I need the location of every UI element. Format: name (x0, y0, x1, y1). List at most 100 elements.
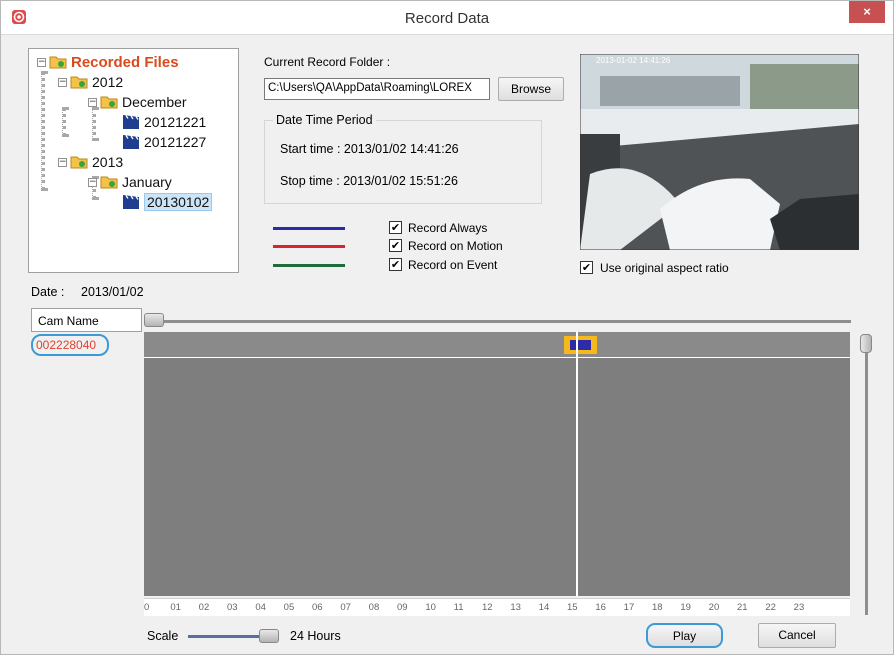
record-motion-line (273, 245, 345, 248)
record-event-label: Record on Event (408, 258, 498, 272)
tree-root-label: Recorded Files (71, 53, 179, 71)
collapse-icon[interactable]: − (88, 97, 97, 107)
hour-tick-13: 13 (510, 602, 521, 613)
hour-tick-04: 04 (255, 602, 266, 613)
timeline-area[interactable] (144, 332, 850, 596)
title-bar: Record Data × (1, 1, 893, 35)
tree-node-december[interactable]: − December (88, 93, 187, 111)
timeline-zoom-track[interactable] (151, 320, 851, 323)
record-event-checkbox[interactable]: ✔ (389, 258, 402, 271)
hour-tick-11: 11 (453, 602, 464, 613)
close-button[interactable]: × (849, 1, 885, 23)
record-folder-path-input[interactable]: C:\Users\QA\AppData\Roaming\LOREX (264, 78, 490, 100)
folder-icon (70, 76, 88, 89)
collapse-icon[interactable]: − (37, 57, 46, 67)
record-motion-label: Record on Motion (408, 239, 503, 253)
vertical-scroll-thumb[interactable] (860, 334, 872, 353)
collapse-icon[interactable]: − (58, 77, 67, 87)
hour-tick-0: 0 (144, 602, 150, 613)
scale-value: 24 Hours (290, 629, 341, 643)
record-always-line (273, 227, 345, 230)
hour-tick-23: 23 (793, 602, 805, 613)
hour-tick-03: 03 (227, 602, 238, 613)
folder-icon (100, 176, 118, 189)
collapse-icon[interactable]: − (58, 157, 67, 167)
record-motion-checkbox[interactable]: ✔ (389, 239, 402, 252)
scale-slider-track[interactable] (188, 635, 263, 638)
folder-icon (70, 156, 88, 169)
window-title: Record Data (404, 10, 490, 27)
hour-tick-12: 12 (482, 602, 493, 613)
tree-label: 20121221 (144, 114, 207, 130)
recording-segment[interactable] (570, 340, 592, 350)
scale-label: Scale (147, 629, 179, 643)
cancel-button[interactable]: Cancel (758, 623, 836, 648)
camera-row-002228040[interactable]: 002228040 (31, 334, 109, 356)
tree-label: January (122, 174, 172, 190)
tree-node-recorded-files[interactable]: − Recorded Files (37, 53, 179, 71)
hour-tick-07: 07 (340, 602, 351, 613)
timeline-zoom-thumb[interactable] (144, 313, 164, 327)
tree-label-selected: 20130102 (144, 193, 213, 211)
hour-tick-21: 21 (737, 602, 748, 613)
hour-tick-06: 06 (312, 602, 323, 613)
date-time-period-group: Date Time Period Start time : 2013/01/02… (264, 113, 542, 204)
record-data-window: Record Data × − Recorded Files − 2012 − … (0, 0, 894, 655)
playback-cursor[interactable] (575, 332, 578, 596)
tree-node-2013[interactable]: − 2013 (58, 153, 123, 171)
tree-node-20130102[interactable]: 20130102 (122, 193, 213, 211)
start-time: Start time : 2013/01/02 14:41:26 (280, 142, 459, 156)
video-clip-icon (123, 135, 139, 149)
hour-tick-10: 10 (425, 602, 436, 613)
tree-node-2012[interactable]: − 2012 (58, 73, 123, 91)
date-value: 2013/01/02 (81, 285, 144, 299)
hour-tick-15: 15 (567, 602, 578, 613)
recorded-files-tree[interactable]: − Recorded Files − 2012 − December 20121… (28, 48, 239, 273)
tree-node-january[interactable]: − January (88, 173, 172, 191)
hour-tick-01: 01 (170, 602, 181, 613)
aspect-ratio-label: Use original aspect ratio (600, 261, 729, 275)
record-event-line (273, 264, 345, 267)
folder-icon (100, 96, 118, 109)
timeline-row[interactable] (144, 332, 850, 358)
hour-tick-05: 05 (283, 602, 295, 613)
hour-tick-09: 09 (397, 602, 408, 613)
hour-tick-20: 20 (708, 602, 720, 613)
hour-tick-18: 18 (652, 602, 663, 613)
tree-node-20121227[interactable]: 20121227 (122, 133, 206, 151)
browse-button[interactable]: Browse (498, 77, 564, 101)
tree-label: 20121227 (144, 134, 207, 150)
hour-tick-14: 14 (538, 602, 550, 613)
tree-label: 2012 (92, 74, 124, 90)
tree-node-20121221[interactable]: 20121221 (122, 113, 206, 131)
scale-slider-thumb[interactable] (259, 629, 279, 643)
tree-connector (41, 71, 45, 191)
aspect-ratio-checkbox[interactable]: ✔ (580, 261, 593, 274)
record-folder-label: Current Record Folder : (264, 55, 391, 69)
tree-connector (62, 107, 66, 137)
vertical-scroll-track[interactable] (865, 345, 868, 615)
folder-icon (49, 56, 67, 69)
tree-label: 2013 (92, 154, 124, 170)
date-label: Date : (31, 285, 65, 299)
tree-connector (92, 107, 96, 141)
hour-tick-08: 08 (368, 602, 380, 613)
video-clip-icon (123, 195, 139, 209)
record-always-checkbox[interactable]: ✔ (389, 221, 402, 234)
tree-label: December (122, 94, 187, 110)
hour-tick-19: 19 (680, 602, 691, 613)
preview-timestamp: 2013-01-02 14:41:26 (596, 56, 671, 65)
hour-tick-17: 17 (623, 602, 635, 613)
camera-snapshot (580, 54, 859, 250)
hour-tick-22: 22 (765, 602, 776, 613)
timeline-hour-axis: 0 01 02 03 04 05 06 07 08 09 10 11 12 13 14 15 16 17 18 19 2… (144, 598, 850, 616)
group-title: Date Time Period (273, 113, 376, 127)
collapse-icon[interactable]: − (88, 177, 97, 187)
cam-name-column-header[interactable]: Cam Name (31, 308, 142, 332)
hour-tick-16: 16 (595, 602, 606, 613)
play-button[interactable]: Play (646, 623, 723, 648)
record-always-label: Record Always (408, 221, 488, 235)
hour-tick-02: 02 (198, 602, 210, 613)
video-preview: 2013-01-02 14:41:26 (580, 54, 859, 250)
video-clip-icon (123, 115, 139, 129)
